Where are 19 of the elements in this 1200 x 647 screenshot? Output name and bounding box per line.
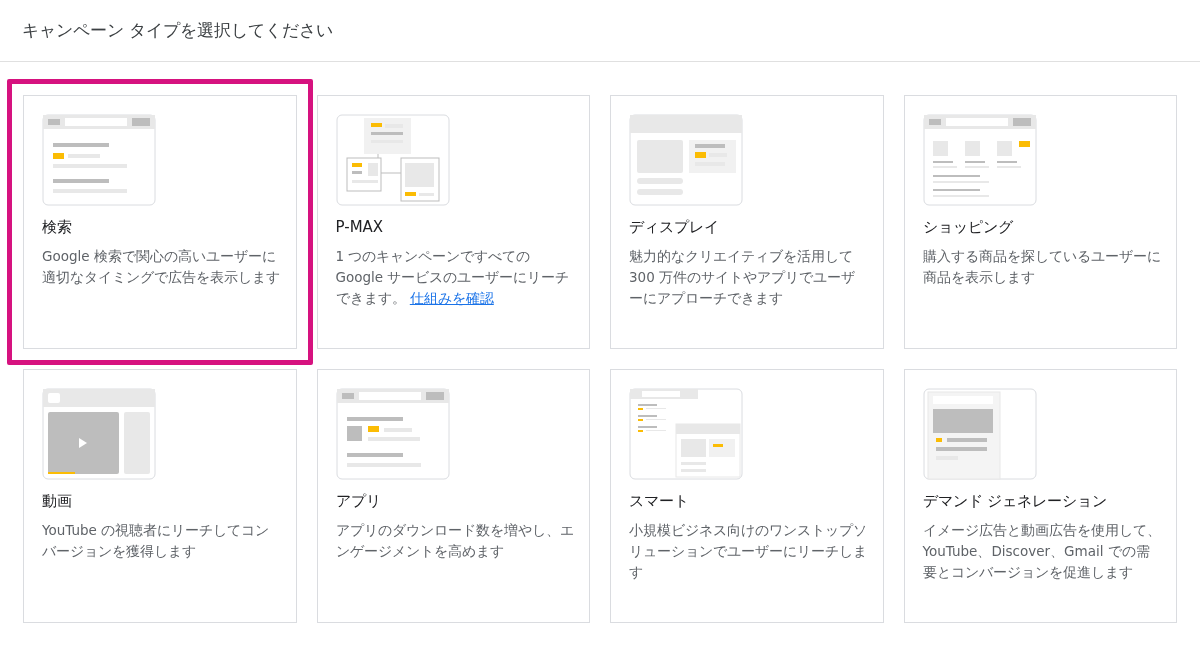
- card-description: イメージ広告と動画広告を使用して、YouTube、Discover、Gmail での需要とコンバージョンを促進します: [922, 521, 1162, 582]
- card-title: スマート: [629, 491, 690, 512]
- card-title: デマンド ジェネレーション: [922, 491, 1109, 512]
- page-title: キャンペーン タイプを選択してください: [22, 18, 334, 42]
- card-description: YouTube の視聴者にリーチしてコンバージョンを獲得します: [42, 521, 271, 561]
- card-description: 小規模ビジネス向けのワンストップソリューションでユーザーにリーチします: [629, 521, 868, 582]
- card-description: 魅力的なクリエイティブを活用して 300 万件のサイトやアプリでユーザーにアプローチできます: [629, 247, 857, 308]
- campaign-type-card[interactable]: 検索 Google 検索で関心の高いユーザーに適切なタイミングで広告を表示します: [7, 79, 313, 365]
- card-description: 購入する商品を探しているユーザーに商品を表示します: [922, 247, 1162, 287]
- card-title: 動画: [42, 491, 73, 512]
- card-title: アプリ: [335, 491, 382, 512]
- card-description: 1 つのキャンペーンですべての Google サービスのユーザーにリーチできます。 仕組みを確認: [335, 247, 571, 308]
- card-title: ショッピング: [922, 217, 1014, 238]
- card-description: アプリのダウンロード数を増やし、エンゲージメントを高めます: [335, 521, 575, 561]
- learn-more-link[interactable]: 仕組みを確認: [409, 290, 494, 306]
- card-title: ディスプレイ: [629, 217, 720, 238]
- card-title: P-MAX: [335, 217, 385, 238]
- card-description: Google 検索で関心の高いユーザーに適切なタイミングで広告を表示します: [42, 247, 281, 287]
- card-title: 検索: [42, 217, 73, 238]
